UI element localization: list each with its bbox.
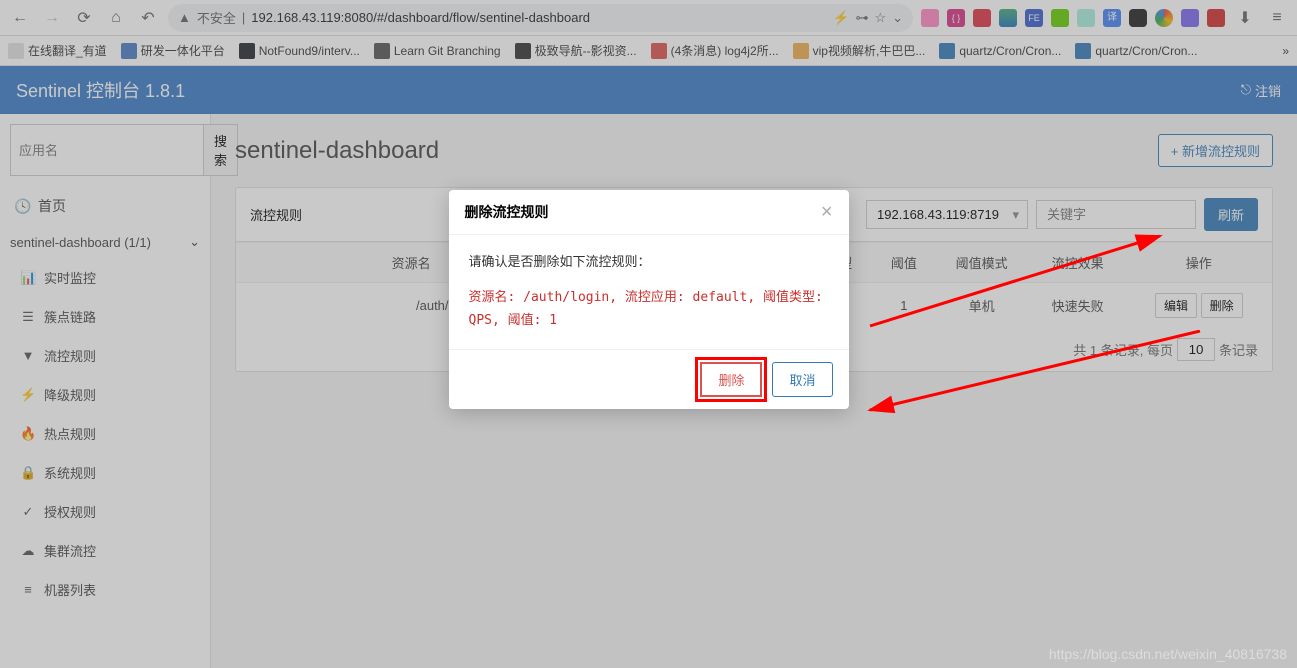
- modal-rule-text: 资源名: /auth/login, 流控应用: default, 阈值类型: Q…: [469, 286, 829, 333]
- delete-modal: 删除流控规则 × 请确认是否删除如下流控规则： 资源名: /auth/login…: [449, 190, 849, 409]
- modal-cancel-button[interactable]: 取消: [772, 362, 832, 397]
- modal-delete-button[interactable]: 删除: [700, 362, 762, 397]
- modal-title: 删除流控规则: [465, 202, 549, 222]
- watermark: https://blog.csdn.net/weixin_40816738: [1049, 646, 1287, 662]
- modal-overlay: 删除流控规则 × 请确认是否删除如下流控规则： 资源名: /auth/login…: [0, 0, 1297, 668]
- modal-confirm-text: 请确认是否删除如下流控规则：: [469, 251, 829, 270]
- close-icon[interactable]: ×: [821, 202, 833, 222]
